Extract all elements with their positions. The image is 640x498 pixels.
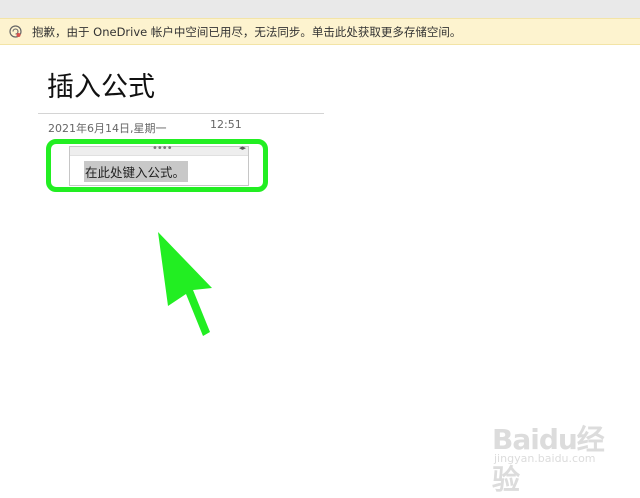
sync-error-message[interactable]: 抱歉，由于 OneDrive 帐户中空间已用尽，无法同步。单击此处获取更多存储空… xyxy=(32,24,461,40)
equation-input[interactable]: 在此处键入公式。 xyxy=(84,161,189,182)
baidu-jingyan-watermark: Baidu经验 jingyan.baidu.com xyxy=(488,410,618,496)
page-time: 12:51 xyxy=(210,118,242,131)
sync-error-icon xyxy=(8,25,22,39)
watermark-url: jingyan.baidu.com xyxy=(494,452,596,465)
grip-dots-icon: •••• xyxy=(152,143,173,154)
equation-container[interactable]: •••• ◂▸ 在此处键入公式。 xyxy=(69,143,249,186)
container-move-handle[interactable]: •••• ◂▸ xyxy=(70,143,248,156)
resize-arrows-icon[interactable]: ◂▸ xyxy=(239,144,246,152)
pointer-arrow-annotation xyxy=(150,230,220,344)
window-top-strip xyxy=(0,0,640,18)
page-title[interactable]: 插入公式 xyxy=(47,70,155,106)
sync-error-notice-bar[interactable]: 抱歉，由于 OneDrive 帐户中空间已用尽，无法同步。单击此处获取更多存储空… xyxy=(0,18,640,45)
page-date: 2021年6月14日,星期一 xyxy=(48,122,167,135)
title-divider xyxy=(38,113,324,114)
